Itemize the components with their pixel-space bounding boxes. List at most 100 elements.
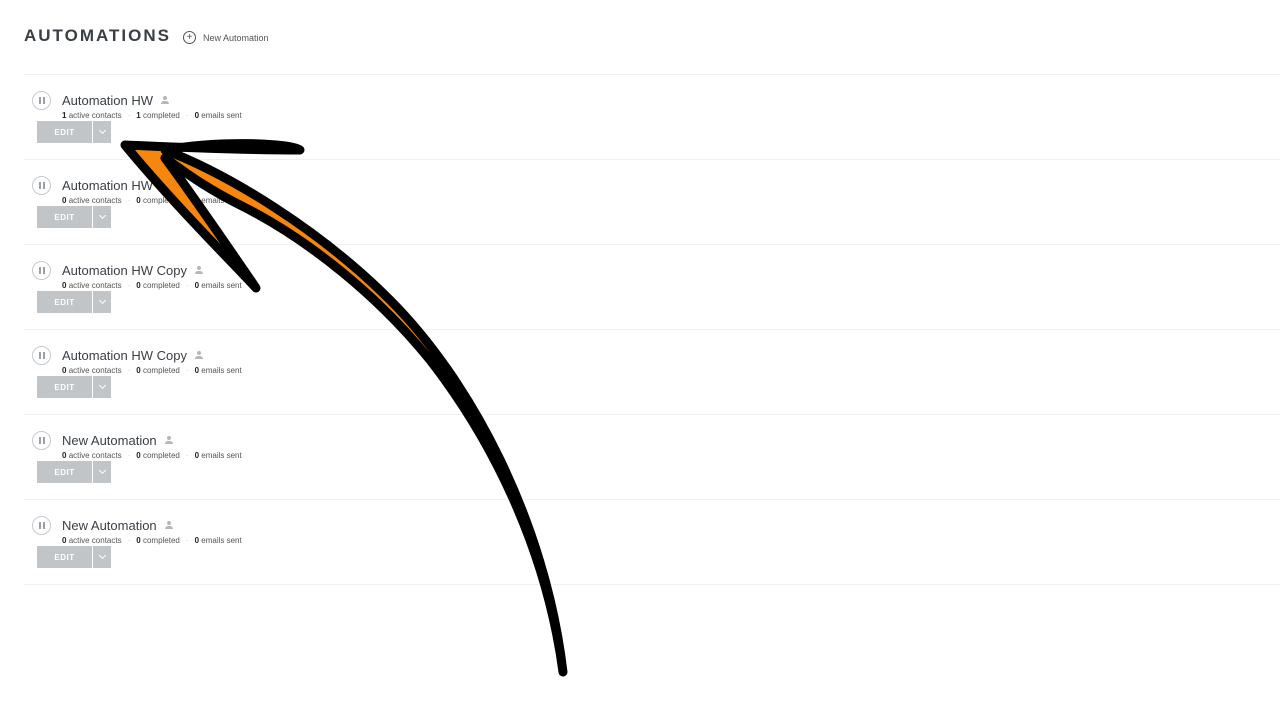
- person-icon: [161, 96, 170, 104]
- new-automation-button[interactable]: + New Automation: [182, 31, 269, 44]
- edit-button[interactable]: EDIT: [37, 546, 92, 568]
- completed-label: completed: [142, 281, 180, 290]
- edit-button[interactable]: EDIT: [37, 121, 92, 143]
- edit-dropdown-button[interactable]: [93, 546, 111, 568]
- chevron-down-icon: [98, 126, 106, 135]
- active-label: active contacts: [68, 281, 122, 290]
- active-count: 1: [62, 111, 67, 120]
- automation-name-link[interactable]: New Automation: [62, 433, 173, 448]
- automation-stats: 0 active contacts · 0 completed · 0 emails s…: [62, 536, 242, 545]
- completed-label: completed: [142, 366, 180, 375]
- automation-name-link[interactable]: Automation HW: [62, 93, 170, 108]
- completed-count: 0: [136, 536, 141, 545]
- chevron-down-icon: [98, 381, 106, 390]
- emails-count: 0: [194, 536, 200, 545]
- pause-icon[interactable]: [32, 176, 51, 195]
- edit-dropdown-button[interactable]: [93, 376, 111, 398]
- person-icon: [195, 266, 203, 274]
- automation-name: Automation HW Copy: [62, 348, 187, 363]
- completed-count: 0: [136, 196, 141, 205]
- separator-dot: ·: [127, 281, 131, 290]
- edit-button-group: EDIT: [37, 546, 111, 568]
- pause-icon[interactable]: [32, 346, 51, 365]
- separator-dot: ·: [127, 451, 131, 460]
- completed-label: completed: [142, 196, 180, 205]
- completed-count: 0: [136, 451, 141, 460]
- active-count: 0: [62, 366, 67, 375]
- edit-dropdown-button[interactable]: [93, 461, 111, 483]
- automation-row: Automation HW 0 active contacts · 0 comple…: [24, 160, 1280, 245]
- edit-button[interactable]: EDIT: [37, 461, 92, 483]
- chevron-down-icon: [98, 466, 106, 475]
- completed-count: 0: [136, 281, 141, 290]
- active-count: 0: [62, 196, 67, 205]
- person-icon: [161, 181, 170, 189]
- emails-count: 0: [194, 111, 200, 120]
- emails-label: emails sent: [201, 536, 242, 545]
- emails-count: 0: [194, 196, 200, 205]
- separator-dot: ·: [127, 536, 131, 545]
- emails-label: emails sent: [201, 281, 242, 290]
- completed-label: completed: [142, 111, 180, 120]
- pause-icon[interactable]: [32, 431, 51, 450]
- active-label: active contacts: [68, 536, 122, 545]
- chevron-down-icon: [98, 551, 106, 560]
- emails-count: 0: [194, 451, 200, 460]
- edit-button-group: EDIT: [37, 291, 111, 313]
- edit-dropdown-button[interactable]: [93, 121, 111, 143]
- automation-row: New Automation 0 active contacts · 0 compl…: [24, 415, 1280, 500]
- edit-button[interactable]: EDIT: [37, 206, 92, 228]
- emails-count: 0: [194, 366, 200, 375]
- pause-icon[interactable]: [32, 91, 51, 110]
- separator-dot: ·: [185, 451, 189, 460]
- automation-name-link[interactable]: Automation HW: [62, 178, 170, 193]
- separator-dot: ·: [127, 366, 131, 375]
- separator-dot: ·: [127, 196, 131, 205]
- edit-dropdown-button[interactable]: [93, 291, 111, 313]
- edit-button[interactable]: EDIT: [37, 376, 92, 398]
- automation-name: Automation HW Copy: [62, 263, 187, 278]
- emails-label: emails sent: [201, 451, 242, 460]
- pause-icon[interactable]: [32, 516, 51, 535]
- active-count: 0: [62, 451, 67, 460]
- separator-dot: ·: [185, 281, 189, 290]
- active-label: active contacts: [68, 196, 122, 205]
- automation-row: Automation HW Copy 0 active contacts · 0 c…: [24, 245, 1280, 330]
- automation-name: Automation HW: [62, 93, 154, 108]
- automation-row: Automation HW 1 active contacts · 1 comple…: [24, 75, 1280, 160]
- edit-dropdown-button[interactable]: [93, 206, 111, 228]
- edit-button[interactable]: EDIT: [37, 291, 92, 313]
- completed-count: 0: [136, 366, 141, 375]
- separator-dot: ·: [127, 111, 131, 120]
- completed-count: 1: [136, 111, 141, 120]
- automation-name: New Automation: [62, 433, 157, 448]
- separator-dot: ·: [185, 111, 189, 120]
- automation-name-link[interactable]: Automation HW Copy: [62, 263, 203, 278]
- edit-button-group: EDIT: [37, 206, 111, 228]
- automation-name: New Automation: [62, 518, 157, 533]
- page-header: AUTOMATIONS + New Automation: [24, 26, 269, 46]
- automation-list: Automation HW 1 active contacts · 1 comple…: [24, 74, 1280, 585]
- automation-stats: 1 active contacts · 1 completed · 0 emails s…: [62, 111, 242, 120]
- page-title: AUTOMATIONS: [24, 26, 171, 45]
- completed-label: completed: [142, 451, 180, 460]
- separator-dot: ·: [185, 196, 189, 205]
- automation-name-link[interactable]: New Automation: [62, 518, 173, 533]
- separator-dot: ·: [185, 366, 189, 375]
- person-icon: [195, 351, 203, 359]
- pause-icon[interactable]: [32, 261, 51, 280]
- automation-name: Automation HW: [62, 178, 154, 193]
- separator-dot: ·: [185, 536, 189, 545]
- chevron-down-icon: [98, 296, 106, 305]
- automation-row: Automation HW Copy 0 active contacts · 0 c…: [24, 330, 1280, 415]
- edit-button-group: EDIT: [37, 461, 111, 483]
- automation-stats: 0 active contacts · 0 completed · 0 emails s…: [62, 196, 242, 205]
- active-count: 0: [62, 281, 67, 290]
- emails-label: emails sent: [201, 366, 242, 375]
- automation-name-link[interactable]: Automation HW Copy: [62, 348, 203, 363]
- active-label: active contacts: [68, 366, 122, 375]
- edit-button-group: EDIT: [37, 376, 111, 398]
- active-label: active contacts: [68, 451, 122, 460]
- plus-circle-icon: +: [182, 31, 196, 44]
- emails-label: emails sent: [201, 196, 242, 205]
